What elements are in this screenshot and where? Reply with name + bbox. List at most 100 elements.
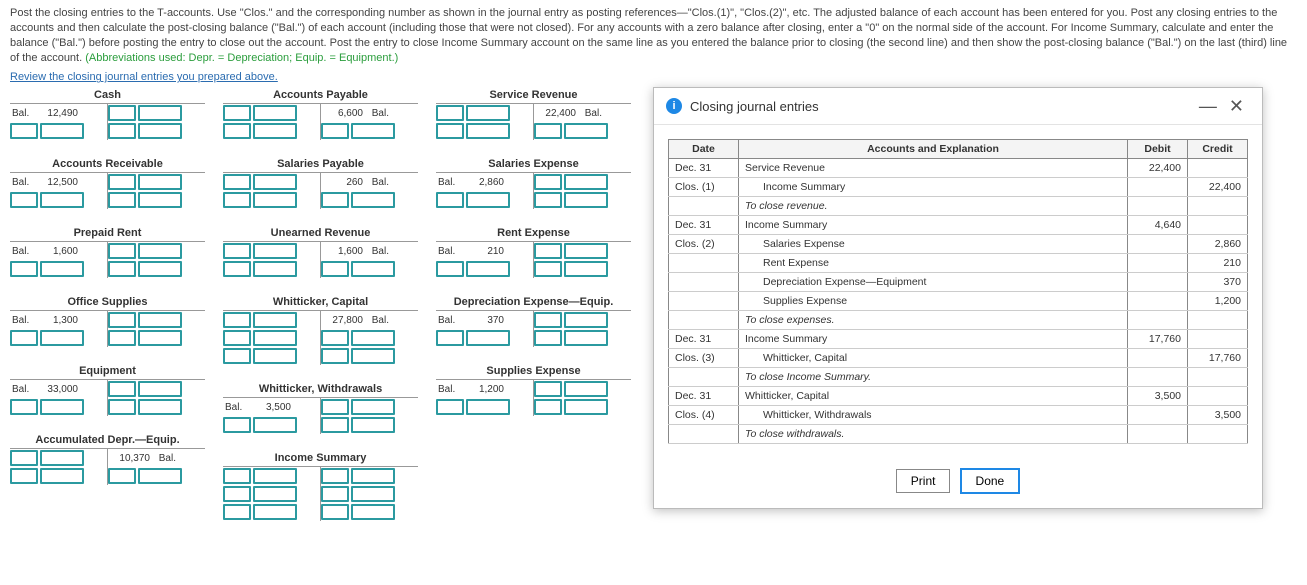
amount-input[interactable] <box>466 192 510 208</box>
amount-input[interactable] <box>138 312 182 328</box>
posting-ref-input[interactable] <box>534 330 562 346</box>
posting-ref-input[interactable] <box>534 123 562 139</box>
amount-input[interactable] <box>564 243 608 259</box>
posting-ref-input[interactable] <box>436 261 464 277</box>
posting-ref-input[interactable] <box>321 192 349 208</box>
amount-input[interactable] <box>351 468 395 484</box>
amount-input[interactable] <box>351 399 395 415</box>
posting-ref-input[interactable] <box>321 399 349 415</box>
posting-ref-input[interactable] <box>321 486 349 502</box>
amount-input[interactable] <box>40 399 84 415</box>
posting-ref-input[interactable] <box>223 504 251 520</box>
amount-input[interactable] <box>40 330 84 346</box>
posting-ref-input[interactable] <box>436 105 464 121</box>
amount-input[interactable] <box>253 243 297 259</box>
amount-input[interactable] <box>138 381 182 397</box>
amount-input[interactable] <box>253 123 297 139</box>
amount-input[interactable] <box>253 468 297 484</box>
amount-input[interactable] <box>253 348 297 364</box>
amount-input[interactable] <box>564 174 608 190</box>
posting-ref-input[interactable] <box>108 123 136 139</box>
posting-ref-input[interactable] <box>321 123 349 139</box>
amount-input[interactable] <box>564 192 608 208</box>
amount-input[interactable] <box>564 330 608 346</box>
amount-input[interactable] <box>40 468 84 484</box>
amount-input[interactable] <box>351 348 395 364</box>
amount-input[interactable] <box>253 504 297 520</box>
posting-ref-input[interactable] <box>10 192 38 208</box>
amount-input[interactable] <box>351 486 395 502</box>
amount-input[interactable] <box>564 123 608 139</box>
posting-ref-input[interactable] <box>223 330 251 346</box>
posting-ref-input[interactable] <box>223 417 251 433</box>
posting-ref-input[interactable] <box>321 261 349 277</box>
minimize-button[interactable]: — <box>1193 99 1223 113</box>
amount-input[interactable] <box>253 312 297 328</box>
amount-input[interactable] <box>138 399 182 415</box>
posting-ref-input[interactable] <box>10 261 38 277</box>
posting-ref-input[interactable] <box>108 174 136 190</box>
amount-input[interactable] <box>564 381 608 397</box>
posting-ref-input[interactable] <box>108 381 136 397</box>
posting-ref-input[interactable] <box>534 192 562 208</box>
amount-input[interactable] <box>138 174 182 190</box>
amount-input[interactable] <box>138 123 182 139</box>
posting-ref-input[interactable] <box>223 486 251 502</box>
amount-input[interactable] <box>466 330 510 346</box>
amount-input[interactable] <box>351 261 395 277</box>
posting-ref-input[interactable] <box>10 123 38 139</box>
amount-input[interactable] <box>138 330 182 346</box>
posting-ref-input[interactable] <box>108 261 136 277</box>
posting-ref-input[interactable] <box>321 330 349 346</box>
posting-ref-input[interactable] <box>321 504 349 520</box>
amount-input[interactable] <box>466 123 510 139</box>
posting-ref-input[interactable] <box>223 192 251 208</box>
amount-input[interactable] <box>138 261 182 277</box>
posting-ref-input[interactable] <box>108 243 136 259</box>
print-button[interactable]: Print <box>896 469 951 493</box>
amount-input[interactable] <box>351 417 395 433</box>
amount-input[interactable] <box>253 486 297 502</box>
posting-ref-input[interactable] <box>534 312 562 328</box>
posting-ref-input[interactable] <box>223 123 251 139</box>
amount-input[interactable] <box>466 261 510 277</box>
posting-ref-input[interactable] <box>108 105 136 121</box>
amount-input[interactable] <box>351 192 395 208</box>
posting-ref-input[interactable] <box>223 243 251 259</box>
amount-input[interactable] <box>564 261 608 277</box>
posting-ref-input[interactable] <box>223 261 251 277</box>
posting-ref-input[interactable] <box>436 330 464 346</box>
posting-ref-input[interactable] <box>223 468 251 484</box>
posting-ref-input[interactable] <box>534 381 562 397</box>
posting-ref-input[interactable] <box>223 312 251 328</box>
posting-ref-input[interactable] <box>321 417 349 433</box>
posting-ref-input[interactable] <box>10 450 38 466</box>
posting-ref-input[interactable] <box>223 174 251 190</box>
posting-ref-input[interactable] <box>436 192 464 208</box>
amount-input[interactable] <box>40 450 84 466</box>
posting-ref-input[interactable] <box>10 330 38 346</box>
amount-input[interactable] <box>564 399 608 415</box>
posting-ref-input[interactable] <box>534 399 562 415</box>
amount-input[interactable] <box>40 261 84 277</box>
posting-ref-input[interactable] <box>108 468 136 484</box>
posting-ref-input[interactable] <box>321 468 349 484</box>
posting-ref-input[interactable] <box>108 399 136 415</box>
amount-input[interactable] <box>138 105 182 121</box>
amount-input[interactable] <box>466 399 510 415</box>
amount-input[interactable] <box>351 123 395 139</box>
posting-ref-input[interactable] <box>10 399 38 415</box>
amount-input[interactable] <box>466 105 510 121</box>
done-button[interactable]: Done <box>960 468 1021 494</box>
posting-ref-input[interactable] <box>108 330 136 346</box>
posting-ref-input[interactable] <box>10 468 38 484</box>
posting-ref-input[interactable] <box>223 348 251 364</box>
amount-input[interactable] <box>40 192 84 208</box>
posting-ref-input[interactable] <box>321 348 349 364</box>
amount-input[interactable] <box>351 504 395 520</box>
posting-ref-input[interactable] <box>436 399 464 415</box>
amount-input[interactable] <box>253 261 297 277</box>
amount-input[interactable] <box>138 468 182 484</box>
close-button[interactable]: ✕ <box>1223 99 1250 113</box>
amount-input[interactable] <box>138 243 182 259</box>
